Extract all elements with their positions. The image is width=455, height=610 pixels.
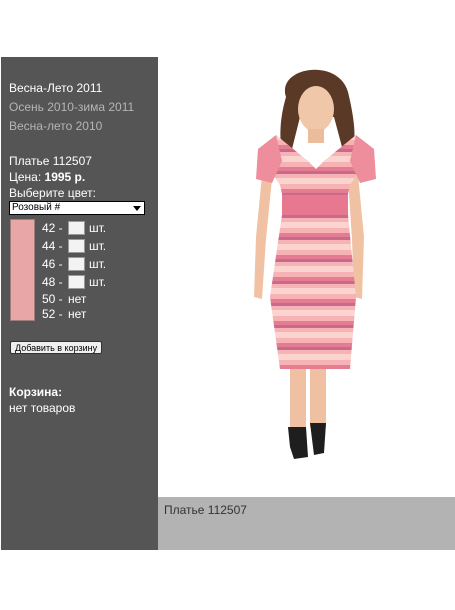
chevron-down-icon bbox=[133, 206, 141, 211]
size-row-46: 46 - шт. bbox=[42, 256, 106, 272]
size-unit: шт. bbox=[89, 239, 107, 253]
size-unit: шт. bbox=[89, 275, 107, 289]
color-swatch bbox=[10, 219, 35, 321]
product-title: Платье 112507 bbox=[9, 154, 92, 168]
sidebar: Весна-Лето 2011 Осень 2010-зима 2011 Вес… bbox=[1, 57, 158, 550]
size-label: 42 - bbox=[42, 221, 63, 235]
color-select[interactable]: Розовый # bbox=[9, 201, 145, 215]
product-photo bbox=[158, 57, 455, 497]
choose-color-label: Выберите цвет: bbox=[9, 186, 97, 200]
add-to-cart-button[interactable]: Добавить в корзину bbox=[10, 341, 103, 354]
size-row-48: 48 - шт. bbox=[42, 274, 106, 290]
size-unavailable: нет bbox=[68, 292, 87, 306]
product-price: Цена: 1995 р. bbox=[9, 170, 85, 184]
size-row-52: 52 - нет bbox=[42, 306, 86, 322]
quantity-input[interactable] bbox=[68, 275, 85, 289]
size-row-44: 44 - шт. bbox=[42, 238, 106, 254]
photo-caption: Платье 112507 bbox=[164, 503, 247, 517]
color-select-value: Розовый # bbox=[12, 202, 61, 213]
season-link-autumn-winter-2010-2011[interactable]: Осень 2010-зима 2011 bbox=[9, 100, 134, 114]
photo-caption-bar: Платье 112507 bbox=[158, 497, 455, 550]
size-label: 50 - bbox=[42, 292, 63, 306]
season-link-spring-summer-2010[interactable]: Весна-лето 2010 bbox=[9, 119, 102, 133]
size-unit: шт. bbox=[89, 257, 107, 271]
size-label: 44 - bbox=[42, 239, 63, 253]
size-row-50: 50 - нет bbox=[42, 291, 86, 307]
quantity-input[interactable] bbox=[68, 257, 85, 271]
size-label: 48 - bbox=[42, 275, 63, 289]
quantity-input[interactable] bbox=[68, 239, 85, 253]
price-label: Цена: bbox=[9, 170, 42, 184]
size-unit: шт. bbox=[89, 221, 107, 235]
size-unavailable: нет bbox=[68, 307, 87, 321]
price-value: 1995 р. bbox=[44, 170, 86, 184]
size-row-42: 42 - шт. bbox=[42, 220, 106, 236]
model-dress-image bbox=[254, 69, 376, 459]
quantity-input[interactable] bbox=[68, 221, 85, 235]
cart-heading: Корзина: bbox=[9, 385, 63, 399]
cart-status: нет товаров bbox=[9, 401, 76, 415]
size-label: 52 - bbox=[42, 307, 63, 321]
season-link-spring-summer-2011[interactable]: Весна-Лето 2011 bbox=[9, 81, 102, 95]
size-label: 46 - bbox=[42, 257, 63, 271]
